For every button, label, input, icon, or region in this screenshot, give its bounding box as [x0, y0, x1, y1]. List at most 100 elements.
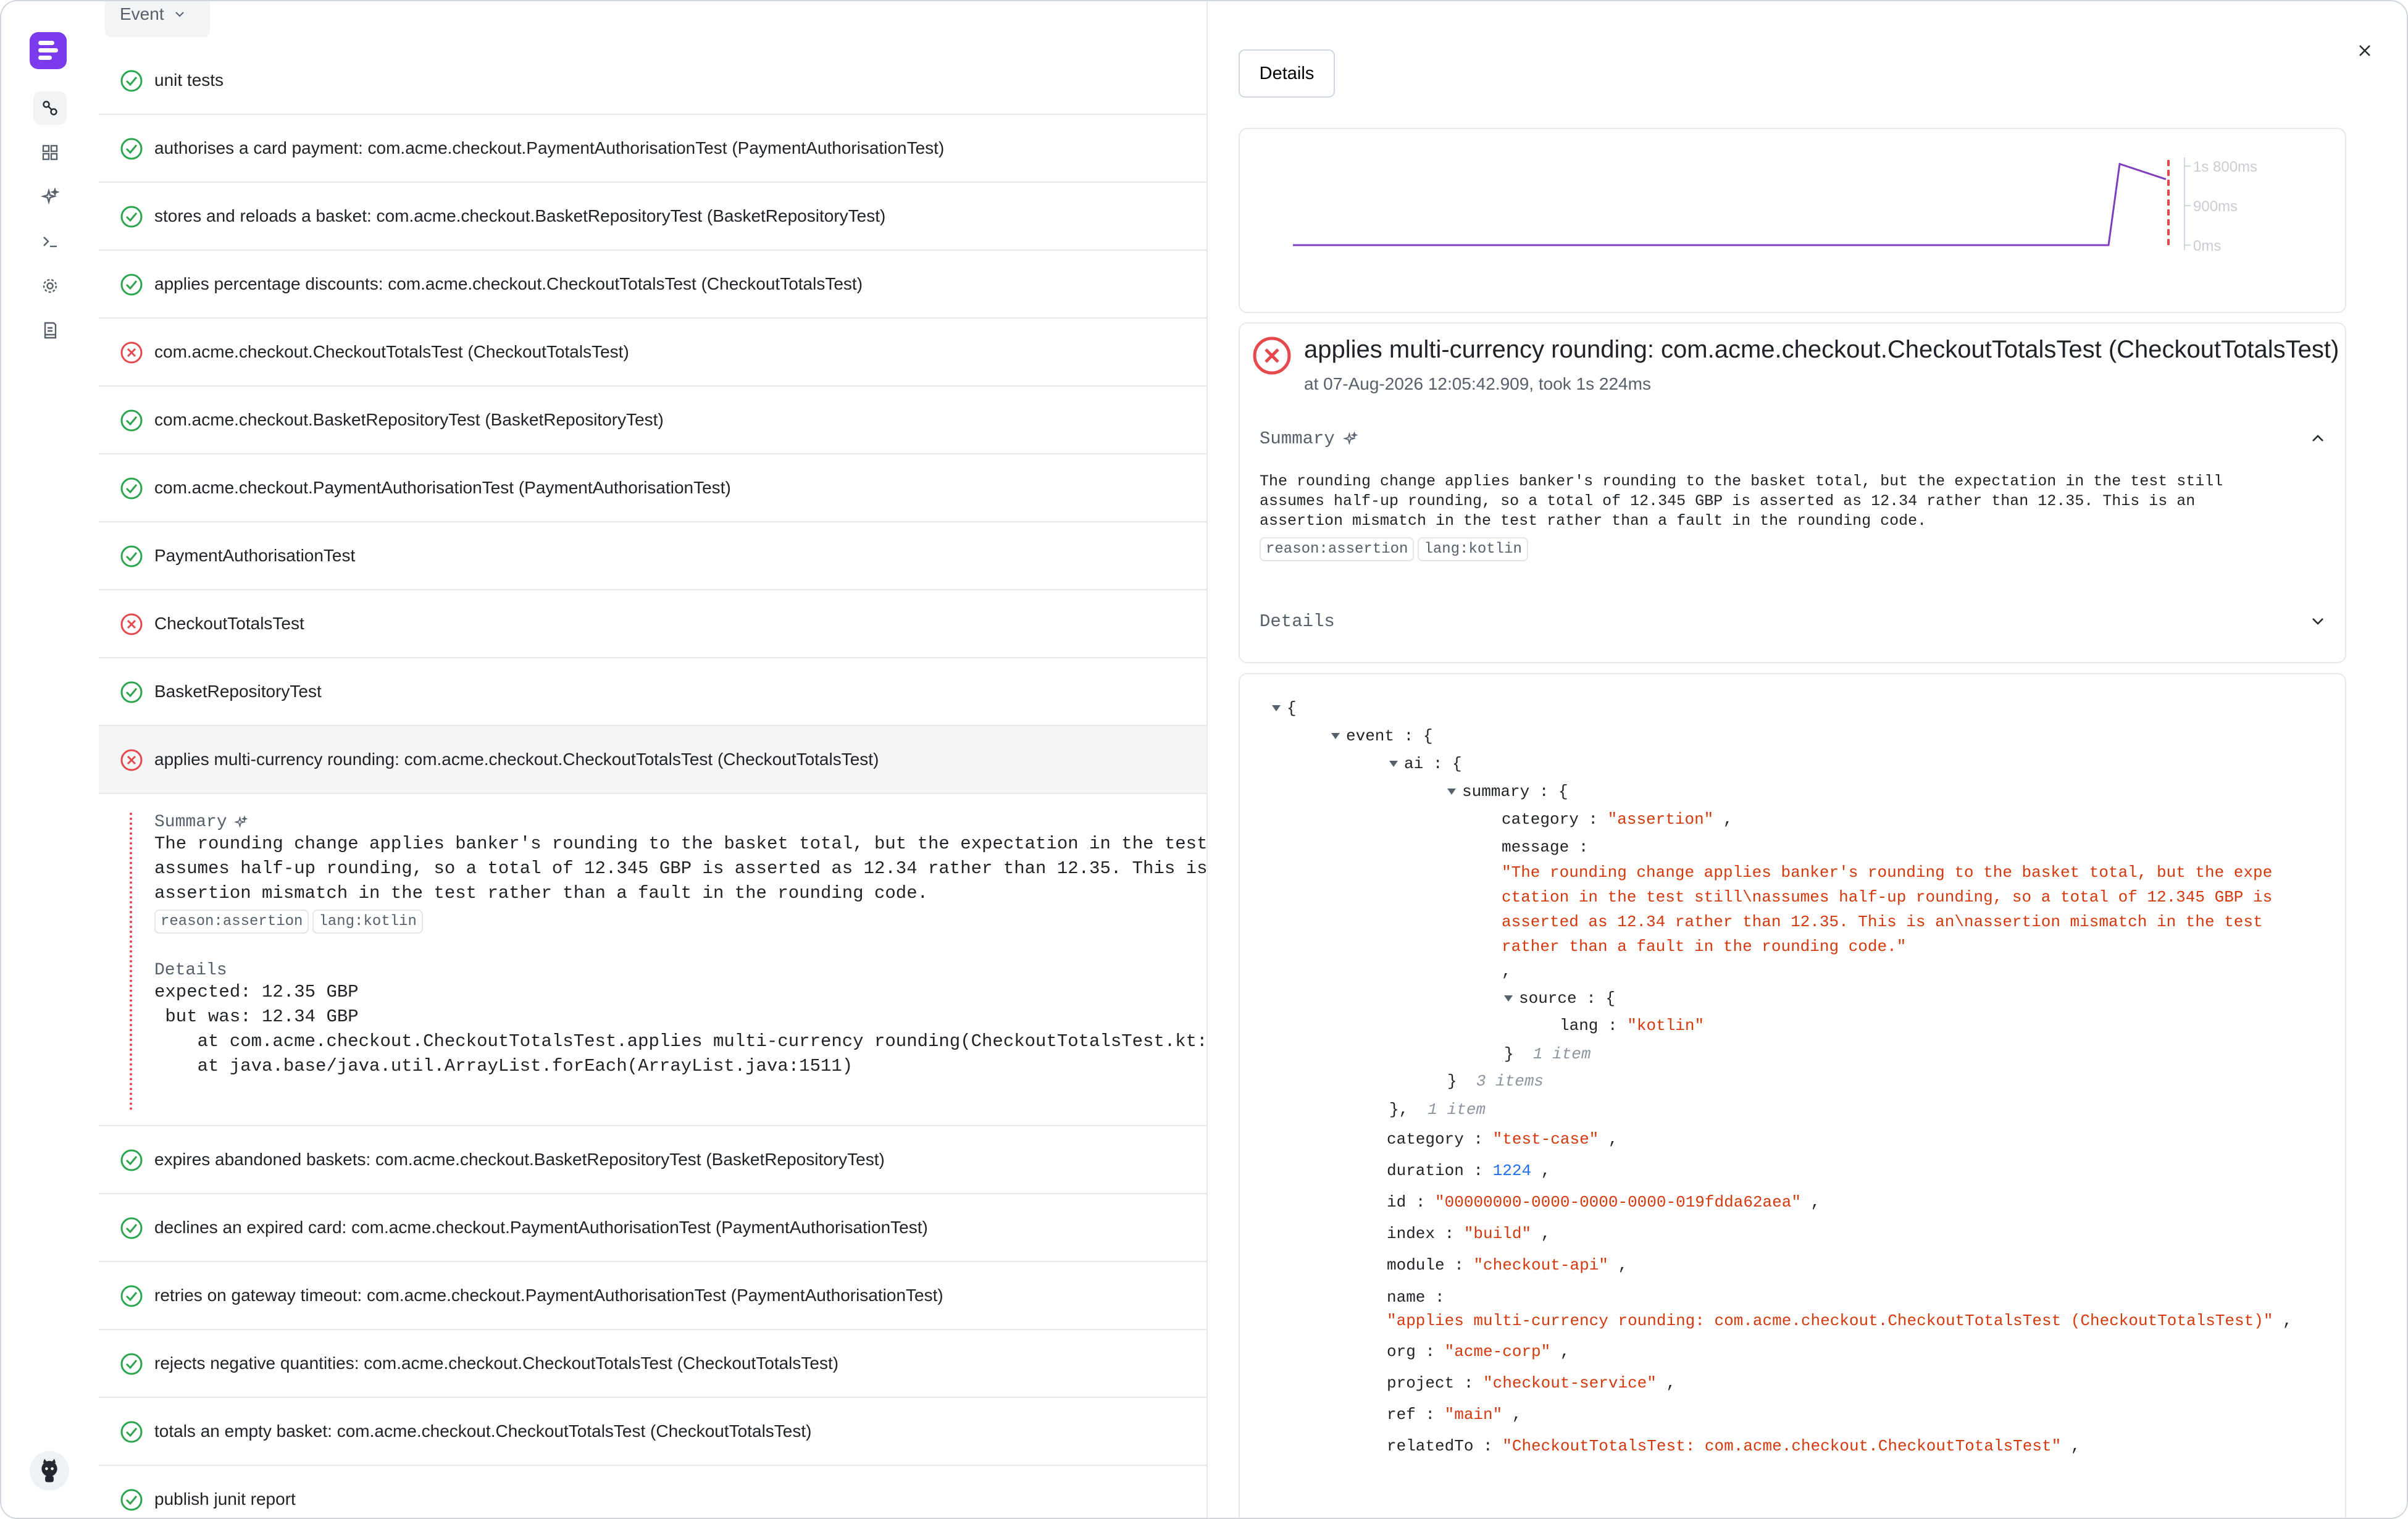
y-tick-label: 1s 800ms [2193, 159, 2257, 175]
list-item[interactable]: retries on gateway timeout: com.acme.che… [99, 1262, 1206, 1330]
pass-status-icon [120, 138, 143, 160]
list-item[interactable]: declines an expired card: com.acme.check… [99, 1194, 1206, 1262]
list-item[interactable]: rejects negative quantities: com.acme.ch… [99, 1330, 1206, 1398]
json-field: id : "00000000-0000-0000-0000-019fdda62a… [1387, 1193, 1821, 1211]
list-item-label: unit tests [154, 70, 224, 90]
ai-sparkle-icon [1342, 430, 1358, 445]
list-item[interactable]: unit tests [99, 47, 1206, 115]
expanded-body: Summary The rounding change applies banke… [130, 813, 1206, 1110]
rail-docs-icon[interactable] [33, 314, 67, 347]
list-item[interactable]: com.acme.checkout.CheckoutTotalsTest (Ch… [99, 319, 1206, 387]
json-close: }, 1 item [1389, 1100, 1486, 1119]
json-punct: , [1502, 962, 1511, 981]
json-field: message : [1502, 838, 1589, 856]
tag-chip[interactable]: reason:assertion [154, 910, 309, 934]
list-item-label: stores and reloads a basket: com.acme.ch… [154, 206, 886, 225]
json-field: duration : 1224 , [1387, 1161, 1551, 1180]
event-column-header[interactable]: Event [105, 1, 210, 37]
json-key-source[interactable]: source : { [1504, 989, 1615, 1008]
rail-ai-sparkle-icon[interactable] [33, 180, 67, 214]
rail-settings-gear-icon[interactable] [33, 269, 67, 303]
json-field: index : "build" , [1387, 1224, 1551, 1243]
pass-status-icon [120, 1489, 143, 1511]
app-window: Event unit tests authorises a card paymen… [0, 0, 2408, 1519]
pass-status-icon [120, 1421, 143, 1443]
json-close: } 3 items [1447, 1072, 1544, 1090]
expand-toggle-icon[interactable] [1331, 733, 1340, 740]
json-string-line: asserted as 12.34 rather than 12.35. Thi… [1502, 913, 2263, 931]
sidebar-rail [1, 1, 100, 1518]
tab-details[interactable]: Details [1239, 49, 1335, 98]
list-item[interactable]: stores and reloads a basket: com.acme.ch… [99, 183, 1206, 251]
list-item-label: expires abandoned baskets: com.acme.chec… [154, 1150, 885, 1169]
timeline-chart-card: 1s 800ms 900ms 0ms [1239, 128, 2346, 313]
list-item[interactable]: com.acme.checkout.BasketRepositoryTest (… [99, 387, 1206, 454]
summary-tags: reason:assertion lang:kotlin [154, 910, 1206, 934]
list-item-label: com.acme.checkout.PaymentAuthorisationTe… [154, 478, 731, 497]
fail-status-icon [120, 749, 143, 771]
json-key-ai[interactable]: ai : { [1389, 755, 1462, 773]
list-item[interactable]: totals an empty basket: com.acme.checkou… [99, 1398, 1206, 1466]
list-item[interactable]: applies percentage discounts: com.acme.c… [99, 251, 1206, 319]
json-tree-viewer: { event : { ai : { summary : { category : "a… [1239, 673, 2346, 1518]
summary-line: assertion mismatch in the test rather th… [1260, 512, 1927, 530]
pass-status-icon [120, 477, 143, 500]
json-root[interactable]: { [1272, 699, 1297, 718]
rail-workflows-icon[interactable] [33, 91, 67, 125]
details-heading: Details [1260, 611, 1335, 632]
list-item-label: com.acme.checkout.CheckoutTotalsTest (Ch… [154, 342, 629, 361]
expand-toggle-icon[interactable] [1389, 761, 1398, 768]
list-item[interactable]: expires abandoned baskets: com.acme.chec… [99, 1126, 1206, 1194]
close-icon[interactable] [2352, 38, 2377, 63]
details-section-header[interactable]: Details [1260, 611, 1335, 632]
expand-toggle-icon[interactable] [1447, 789, 1456, 795]
app-logo[interactable] [30, 32, 67, 69]
event-column-label: Event [120, 4, 164, 23]
tag-chip[interactable]: lang:kotlin [1418, 537, 1528, 561]
pass-status-icon [120, 206, 143, 228]
summary-line: assumes half-up rounding, so a total of … [1260, 492, 2196, 510]
duration-series-line [1293, 162, 2167, 246]
json-key-summary[interactable]: summary : { [1447, 782, 1568, 801]
tag-chip[interactable]: lang:kotlin [312, 910, 423, 934]
github-avatar[interactable] [30, 1451, 69, 1491]
fail-status-icon [120, 613, 143, 635]
json-field: category : "assertion" , [1502, 810, 1733, 829]
pass-status-icon [120, 409, 143, 432]
fail-status-icon [1253, 337, 1291, 375]
summary-heading: Summary [154, 813, 1206, 832]
list-item[interactable]: BasketRepositoryTest [99, 658, 1206, 726]
pass-status-icon [120, 1149, 143, 1171]
details-heading: Details [154, 961, 227, 980]
chevron-down-icon [175, 12, 184, 17]
list-item[interactable]: authorises a card payment: com.acme.chec… [99, 115, 1206, 183]
expand-toggle-icon[interactable] [1504, 995, 1513, 1002]
json-field: relatedTo : "CheckoutTotalsTest: com.acm… [1387, 1437, 2081, 1455]
list-item[interactable]: applies multi-currency rounding: com.acm… [99, 726, 1206, 794]
chevron-down-icon[interactable] [2309, 613, 2326, 630]
list-item[interactable]: PaymentAuthorisationTest [99, 522, 1206, 590]
rail-terminal-icon[interactable] [33, 225, 67, 258]
list-item-label: totals an empty basket: com.acme.checkou… [154, 1421, 812, 1441]
event-timestamp: at 07-Aug-2026 12:05:42.909, took 1s 224… [1304, 374, 1651, 393]
tag-chip[interactable]: reason:assertion [1260, 537, 1415, 561]
pass-status-icon [120, 274, 143, 296]
expand-toggle-icon[interactable] [1272, 705, 1281, 712]
json-string-line: rather than a fault in the rounding code… [1502, 937, 1907, 956]
rail-dashboard-icon[interactable] [33, 136, 67, 169]
summary-heading: Summary [1260, 429, 1335, 449]
list-item[interactable]: publish junit report [99, 1466, 1206, 1518]
json-key-event[interactable]: event : { [1331, 727, 1432, 745]
pass-status-icon [120, 681, 143, 703]
summary-section-header[interactable]: Summary [1260, 429, 1358, 449]
pass-status-icon [120, 1353, 143, 1375]
json-field: module : "checkout-api" , [1387, 1256, 1628, 1274]
list-item-label: CheckoutTotalsTest [154, 614, 304, 633]
json-field: project : "checkout-service" , [1387, 1374, 1676, 1392]
y-tick-label: 0ms [2193, 238, 2221, 254]
list-item[interactable]: com.acme.checkout.PaymentAuthorisationTe… [99, 454, 1206, 522]
chevron-up-icon[interactable] [2309, 430, 2326, 447]
json-field: ref : "main" , [1387, 1405, 1522, 1424]
list-item-label: declines an expired card: com.acme.check… [154, 1218, 928, 1237]
list-item[interactable]: CheckoutTotalsTest [99, 590, 1206, 658]
